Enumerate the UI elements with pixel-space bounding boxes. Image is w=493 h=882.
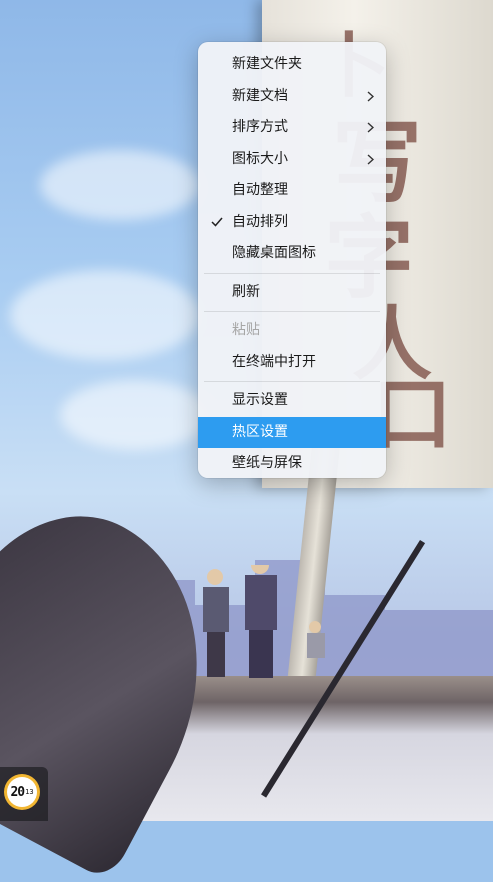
dock: 20 13	[0, 767, 48, 821]
menu-item-sort-by[interactable]: 排序方式	[198, 112, 386, 144]
menu-item-hide-desktop-icons[interactable]: 隐藏桌面图标	[198, 238, 386, 270]
menu-separator	[204, 381, 380, 382]
menu-separator	[204, 311, 380, 312]
chevron-right-icon	[364, 144, 376, 176]
wallpaper-cloud	[10, 270, 200, 360]
menu-item-icon-size[interactable]: 图标大小	[198, 144, 386, 176]
chevron-right-icon	[364, 112, 376, 144]
menu-item-label: 图标大小	[232, 150, 288, 167]
menu-item-wallpaper-and-screensaver[interactable]: 壁纸与屏保	[198, 448, 386, 480]
menu-item-refresh[interactable]: 刷新	[198, 277, 386, 309]
menu-item-label: 粘贴	[232, 322, 260, 338]
menu-item-auto-arrange[interactable]: 自动整理	[198, 175, 386, 207]
menu-item-label: 隐藏桌面图标	[232, 245, 316, 261]
menu-item-label: 刷新	[232, 283, 260, 300]
chevron-right-icon	[364, 81, 376, 113]
menu-item-label: 排序方式	[232, 119, 288, 135]
menu-item-hot-corner-settings[interactable]: 热区设置	[198, 416, 386, 448]
menu-item-paste: 粘贴	[198, 315, 386, 347]
checkmark-icon	[210, 207, 224, 239]
clock-face: 20 13	[7, 777, 37, 807]
desktop-context-menu: 新建文件夹 新建文档 排序方式 图标大小 自动整理 自动排列 隐藏桌面图标 刷新…	[198, 42, 386, 478]
menu-item-auto-align[interactable]: 自动排列	[198, 207, 386, 239]
menu-item-new-folder[interactable]: 新建文件夹	[198, 49, 386, 81]
wallpaper-cloud	[40, 150, 200, 220]
menu-item-label: 热区设置	[232, 423, 288, 440]
wallpaper-cloud	[60, 380, 210, 450]
clock-hour: 20	[10, 784, 25, 800]
menu-item-open-in-terminal[interactable]: 在终端中打开	[198, 347, 386, 379]
menu-item-display-settings[interactable]: 显示设置	[198, 385, 386, 417]
menu-item-label: 自动整理	[232, 182, 288, 198]
menu-item-label: 自动排列	[232, 213, 288, 230]
menu-item-new-document[interactable]: 新建文档	[198, 81, 386, 113]
menu-item-label: 新建文档	[232, 87, 288, 104]
menu-item-label: 壁纸与屏保	[232, 455, 302, 471]
menu-item-label: 显示设置	[232, 392, 288, 408]
menu-separator	[204, 272, 380, 274]
menu-item-label: 在终端中打开	[232, 353, 316, 370]
clock-icon[interactable]: 20 13	[4, 774, 40, 810]
clock-minute: 13	[25, 787, 34, 796]
menu-item-label: 新建文件夹	[232, 56, 302, 72]
